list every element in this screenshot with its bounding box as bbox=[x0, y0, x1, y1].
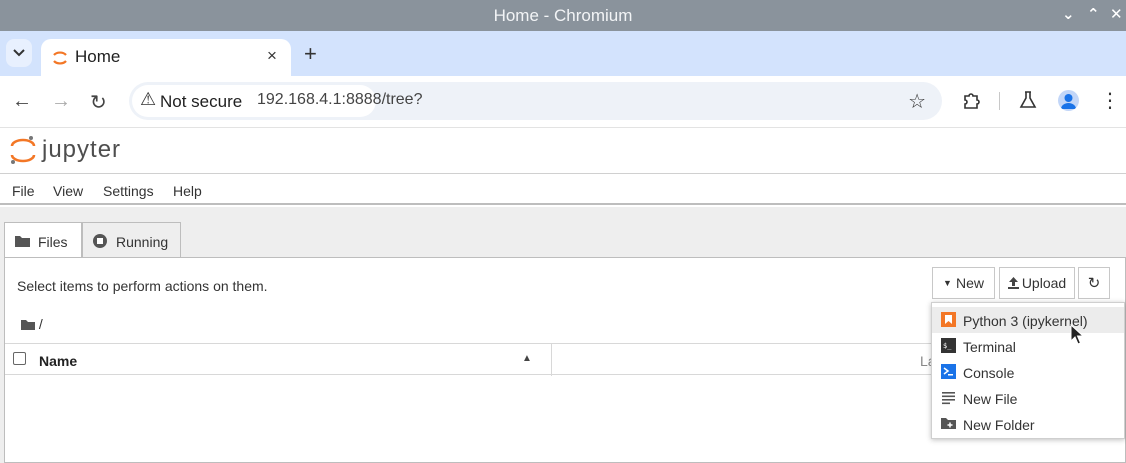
tab-title: Home bbox=[75, 47, 121, 66]
window-title: Home - Chromium bbox=[493, 6, 633, 25]
new-tab-button[interactable]: + bbox=[304, 41, 317, 67]
close-window-icon[interactable]: ✕ bbox=[1110, 5, 1123, 23]
folder-icon[interactable] bbox=[21, 319, 35, 330]
svg-text:$_: $_ bbox=[943, 342, 952, 350]
breadcrumb: / bbox=[21, 316, 43, 332]
back-icon[interactable]: ← bbox=[12, 90, 32, 113]
tab-strip: Home × + bbox=[0, 31, 1126, 76]
address-bar[interactable]: ⚠ Not secure 192.168.4.1:8888/tree? ☆ bbox=[129, 82, 942, 120]
menu-item-label: Python 3 (ipykernel) bbox=[963, 313, 1088, 329]
menu-view[interactable]: View bbox=[53, 183, 83, 199]
selection-hint: Select items to perform actions on them. bbox=[17, 278, 268, 294]
warning-icon: ⚠ bbox=[140, 89, 157, 109]
profile-avatar-icon[interactable] bbox=[1058, 90, 1079, 111]
tab-running-label: Running bbox=[116, 234, 169, 250]
menu-item-terminal[interactable]: $_ Terminal bbox=[932, 333, 1124, 359]
jupyter-favicon-icon bbox=[53, 51, 67, 65]
menu-item-new-file[interactable]: New File bbox=[932, 385, 1124, 411]
labs-flask-icon[interactable] bbox=[1019, 90, 1037, 116]
tab-files-label: Files bbox=[38, 234, 68, 250]
menu-item-label: New File bbox=[963, 391, 1018, 407]
console-icon bbox=[941, 364, 956, 379]
python-kernel-icon bbox=[941, 312, 956, 327]
tab-search-button[interactable] bbox=[6, 39, 32, 67]
browser-menu-icon[interactable]: ⋮ bbox=[1100, 88, 1120, 113]
jupyter-menubar: File View Settings Help bbox=[0, 175, 1126, 205]
minimize-icon[interactable]: ⌄ bbox=[1062, 5, 1075, 23]
browser-toolbar: ← → ↻ ⚠ Not secure 192.168.4.1:8888/tree… bbox=[0, 76, 1126, 128]
maximize-icon[interactable]: ⌃ bbox=[1087, 5, 1100, 23]
menu-item-python3[interactable]: Python 3 (ipykernel) bbox=[932, 307, 1124, 333]
jupyter-logo-text: jupyter bbox=[42, 136, 122, 163]
tab-close-icon[interactable]: × bbox=[267, 46, 277, 66]
jupyter-header: jupyter bbox=[0, 128, 1126, 174]
new-launcher-menu: Python 3 (ipykernel) $_ Terminal Console… bbox=[931, 302, 1125, 439]
new-folder-icon bbox=[941, 418, 956, 429]
text-file-icon bbox=[942, 392, 955, 405]
tab-running[interactable]: Running bbox=[82, 222, 181, 258]
sort-ascending-icon[interactable]: ▲ bbox=[522, 353, 532, 364]
extensions-icon[interactable] bbox=[961, 90, 981, 116]
bookmark-star-icon[interactable]: ☆ bbox=[908, 89, 926, 114]
menu-help[interactable]: Help bbox=[173, 183, 202, 199]
name-column-header[interactable]: Name bbox=[39, 353, 77, 369]
menu-item-label: Terminal bbox=[963, 339, 1016, 355]
stop-circle-icon bbox=[93, 234, 107, 248]
select-all-checkbox[interactable] bbox=[13, 352, 26, 365]
toolbar-divider bbox=[999, 92, 1000, 110]
forward-icon[interactable]: → bbox=[51, 90, 71, 113]
jupyter-logo-icon bbox=[10, 136, 36, 164]
tab-files[interactable]: Files bbox=[4, 222, 82, 259]
mouse-cursor-icon bbox=[1070, 324, 1084, 345]
menu-item-label: New Folder bbox=[963, 417, 1035, 433]
breadcrumb-root[interactable]: / bbox=[39, 316, 43, 332]
menu-item-label: Console bbox=[963, 365, 1015, 381]
upload-button-label: Upload bbox=[1021, 275, 1067, 291]
tab-home[interactable]: Home × bbox=[41, 39, 291, 76]
new-button-label: New bbox=[955, 275, 984, 291]
url-text[interactable]: 192.168.4.1:8888/tree? bbox=[257, 91, 422, 109]
menu-item-console[interactable]: Console bbox=[932, 359, 1124, 385]
upload-icon bbox=[1007, 277, 1019, 289]
window-titlebar: Home - Chromium ⌄ ⌃ ✕ bbox=[0, 0, 1126, 31]
menu-file[interactable]: File bbox=[12, 183, 35, 199]
reload-icon[interactable]: ↻ bbox=[90, 90, 107, 115]
terminal-icon: $_ bbox=[941, 338, 956, 353]
caret-down-icon: ▼ bbox=[943, 278, 952, 288]
folder-icon bbox=[15, 236, 30, 247]
menu-item-new-folder[interactable]: New Folder bbox=[932, 411, 1124, 437]
column-divider[interactable] bbox=[551, 344, 552, 376]
menu-settings[interactable]: Settings bbox=[103, 183, 154, 199]
chevron-down-icon bbox=[13, 49, 25, 57]
refresh-icon: ↻ bbox=[1087, 275, 1101, 292]
new-button[interactable]: ▼ New bbox=[932, 267, 995, 299]
refresh-button[interactable]: ↻ bbox=[1078, 267, 1110, 299]
security-label: Not secure bbox=[160, 92, 243, 111]
upload-button[interactable]: Upload bbox=[999, 267, 1075, 299]
